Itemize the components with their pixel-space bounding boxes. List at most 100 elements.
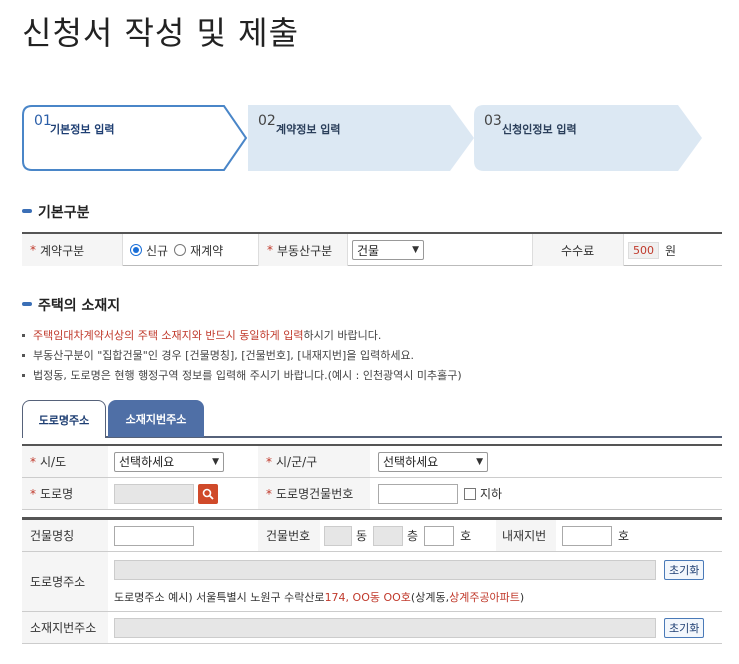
bldg-name-cell	[114, 520, 194, 551]
location-section-title-text: 주택의 소재지	[38, 298, 121, 314]
page-title: 신청서 작성 및 제출	[22, 14, 300, 52]
step-3-label: 신청인정보 입력	[502, 123, 577, 136]
radio-new[interactable]	[130, 244, 142, 256]
contract-type-label: * 계약구분	[22, 234, 122, 266]
dong-input[interactable]	[324, 525, 352, 546]
row-lot-address: 소재지번주소 초기화	[22, 612, 722, 644]
property-type-label-text: 부동산구분	[277, 243, 333, 258]
row-road-address: 도로명주소 초기화 도로명주소 예시) 서울특별시 노원구 수락산로 174, …	[22, 552, 722, 612]
contract-type-options: 신규 재계약	[130, 234, 270, 266]
ho-label: 호	[460, 529, 472, 543]
bldg-num-label: 건물번호	[258, 520, 320, 551]
ho-input[interactable]	[424, 525, 455, 546]
inner-lot-cell: 호	[562, 520, 629, 551]
inner-lot-ho-label: 호	[618, 529, 630, 543]
sigungu-label: * 시/군/구	[258, 446, 370, 477]
fee-unit: 원	[665, 243, 677, 258]
example-suffix: )	[519, 590, 525, 604]
address-tabs: 도로명주소 소재지번주소	[22, 400, 722, 438]
basement-checkbox[interactable]	[464, 487, 476, 500]
reset-button-lot[interactable]: 초기화	[664, 617, 705, 638]
note-1-rest: 하시기 바랍니다.	[303, 329, 382, 342]
example-mid: (상계동,	[410, 591, 450, 604]
radio-new-label[interactable]: 신규	[146, 242, 168, 259]
bldg-name-label: 건물명칭	[22, 520, 108, 551]
property-type-label: * 부동산구분	[259, 234, 347, 266]
basic-section-title: 기본구분	[22, 202, 90, 222]
bldg-no-input[interactable]	[378, 483, 458, 504]
road-label: * 도로명	[22, 478, 108, 509]
note-1: 주택임대차계약서상의 주택 소재지와 반드시 동일하게 입력하시기 바랍니다.	[22, 326, 462, 346]
search-icon	[202, 488, 214, 500]
lot-addr-label: 소재지번주소	[22, 612, 108, 643]
step-3-number: 03	[484, 113, 502, 129]
tab-lot-address[interactable]: 소재지번주소	[108, 400, 204, 437]
section-bullet-icon	[22, 302, 32, 306]
note-2-text: 부동산구분이 "집합건물"인 경우 [건물명칭], [건물번호], [내재지번]…	[33, 349, 415, 362]
chevron-down-icon: ▼	[412, 245, 419, 255]
road-cell	[114, 478, 218, 509]
sido-select[interactable]: 선택하세요 ▼	[114, 451, 224, 472]
property-type-value: 건물	[357, 243, 380, 258]
road-addr-input[interactable]	[114, 560, 656, 580]
inner-lot-label: 내재지번	[496, 520, 556, 551]
bldg-num-cell: 동 층 호	[324, 520, 471, 551]
sigungu-cell: 선택하세요 ▼	[378, 446, 488, 477]
chevron-down-icon: ▼	[212, 456, 219, 467]
radio-renew-label[interactable]: 재계약	[190, 242, 223, 259]
sigungu-value: 선택하세요	[383, 455, 439, 469]
bldg-no-label-text: 도로명건물번호	[276, 487, 354, 501]
step-1: 01 기본정보 입력	[22, 105, 248, 171]
row-road: * 도로명 * 도로명건물번호 지하	[22, 478, 722, 510]
road-addr-example: 도로명주소 예시) 서울특별시 노원구 수락산로 174, OO동 OO호 (상계…	[114, 588, 524, 606]
property-type-select[interactable]: 건물 ▼	[352, 240, 424, 260]
section-bullet-icon	[22, 209, 32, 213]
dong-label: 동	[356, 529, 368, 543]
property-type-cell: 건물 ▼	[352, 234, 532, 266]
step-2-label: 계약정보 입력	[276, 123, 341, 136]
basic-table: * 계약구분 신규 재계약 * 부동산구분 건물 ▼ 수수료 500 원	[22, 232, 722, 266]
example-prefix: 도로명주소 예시) 서울특별시 노원구 수락산로	[114, 591, 325, 604]
bldg-name-input[interactable]	[114, 525, 194, 546]
notes: 주택임대차계약서상의 주택 소재지와 반드시 동일하게 입력하시기 바랍니다. …	[22, 326, 462, 386]
fee-cell: 500 원	[628, 234, 722, 266]
road-label-text: 도로명	[40, 487, 74, 501]
example-highlight-2: 상계주공아파트	[449, 591, 520, 604]
inner-lot-input[interactable]	[562, 525, 612, 546]
sido-cell: 선택하세요 ▼	[114, 446, 224, 477]
required-mark: *	[30, 243, 36, 257]
note-1-highlight: 주택임대차계약서상의 주택 소재지와 반드시 동일하게 입력	[33, 329, 304, 342]
note-3-text: 법정동, 도로명은 현행 행정구역 정보를 입력해 주시기 바랍니다.(예시 :…	[33, 369, 462, 382]
row-building: 건물명칭 건물번호 동 층 호 내재지번 호	[22, 520, 722, 552]
step-2-number: 02	[258, 113, 276, 129]
lot-addr-cell: 초기화	[114, 612, 705, 643]
bldg-no-label: * 도로명건물번호	[258, 478, 370, 509]
contract-type-label-text: 계약구분	[40, 243, 85, 258]
note-3: 법정동, 도로명은 현행 행정구역 정보를 입력해 주시기 바랍니다.(예시 :…	[22, 366, 462, 386]
fee-label: 수수료	[533, 234, 623, 266]
reset-button-road[interactable]: 초기화	[664, 560, 705, 580]
lot-addr-input[interactable]	[114, 617, 656, 638]
sigungu-label-text: 시/군/구	[276, 455, 318, 469]
step-2-shape	[248, 105, 474, 171]
basic-section-title-text: 기본구분	[38, 205, 90, 221]
step-2: 02 계약정보 입력	[248, 105, 474, 171]
example-highlight-1: 174, OO동 OO호	[324, 591, 411, 604]
note-2: 부동산구분이 "집합건물"인 경우 [건물명칭], [건물번호], [내재지번]…	[22, 346, 462, 366]
floor-input[interactable]	[373, 525, 404, 546]
step-1-label: 기본정보 입력	[50, 123, 115, 136]
road-addr-label: 도로명주소	[22, 552, 108, 611]
sigungu-select[interactable]: 선택하세요 ▼	[378, 451, 488, 472]
radio-renew[interactable]	[174, 244, 187, 256]
floor-label: 층	[407, 529, 419, 543]
row-sido: * 시/도 선택하세요 ▼ * 시/군/구 선택하세요 ▼	[22, 446, 722, 478]
tab-road-address[interactable]: 도로명주소	[22, 400, 106, 438]
search-button[interactable]	[198, 483, 218, 504]
road-input[interactable]	[114, 483, 194, 504]
step-3-shape	[474, 105, 702, 171]
bldg-no-cell: 지하	[378, 478, 502, 509]
step-progress: 01 기본정보 입력 02 계약정보 입력 03 신청인정보 입력	[22, 105, 712, 171]
basement-label: 지하	[480, 487, 503, 501]
location-section-title: 주택의 소재지	[22, 295, 120, 315]
chevron-down-icon: ▼	[476, 456, 483, 467]
